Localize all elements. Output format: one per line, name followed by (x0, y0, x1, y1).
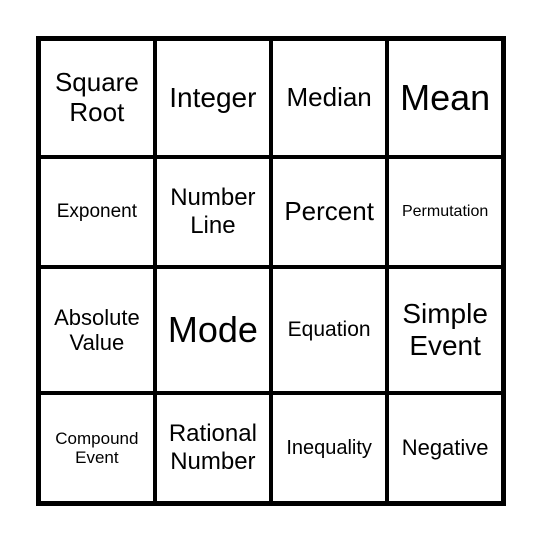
bingo-cell[interactable]: Mode (152, 264, 274, 396)
bingo-cell[interactable]: Equation (268, 264, 390, 396)
bingo-cell[interactable]: Number Line (152, 155, 274, 269)
bingo-cell[interactable]: Absolute Value (36, 264, 157, 396)
bingo-row: Exponent Number Line Percent Permutation (36, 155, 506, 269)
bingo-cell[interactable]: Exponent (36, 155, 157, 269)
bingo-cell[interactable]: Rational Number (152, 391, 274, 506)
bingo-row: Absolute Value Mode Equation Simple Event (36, 264, 506, 396)
bingo-row: Square Root Integer Median Mean (36, 36, 506, 160)
bingo-cell[interactable]: Integer (152, 36, 274, 160)
bingo-cell[interactable]: Square Root (36, 36, 157, 160)
bingo-row: Compound Event Rational Number Inequality N… (36, 391, 506, 506)
bingo-cell[interactable]: Inequality (268, 391, 390, 506)
bingo-cell[interactable]: Negative (385, 391, 506, 506)
bingo-cell[interactable]: Percent (268, 155, 390, 269)
bingo-cell[interactable]: Compound Event (36, 391, 157, 506)
bingo-card: Square Root Integer Median Mean Exponent Numb… (36, 36, 506, 506)
bingo-cell[interactable]: Mean (385, 36, 506, 160)
bingo-cell[interactable]: Simple Event (385, 264, 506, 396)
bingo-cell[interactable]: Median (268, 36, 390, 160)
bingo-cell[interactable]: Permutation (385, 155, 506, 269)
